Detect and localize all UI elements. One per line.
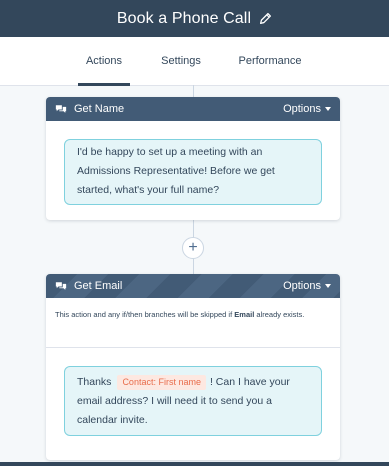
chat-bubbles-icon xyxy=(55,281,67,290)
page-header: Book a Phone Call xyxy=(0,0,389,37)
card-header: Get Name Options xyxy=(46,97,340,121)
bottom-divider xyxy=(0,462,389,466)
flow-connector xyxy=(193,85,194,97)
note-suffix: already exists. xyxy=(256,310,305,319)
action-card-get-name[interactable]: Get Name Options I'd be happy to set up … xyxy=(46,97,340,220)
card-title: Get Name xyxy=(74,103,125,115)
options-label: Options xyxy=(283,280,321,292)
note-property: Email xyxy=(234,310,255,319)
card-header: Get Email Options xyxy=(46,274,340,298)
page-title: Book a Phone Call xyxy=(116,9,252,27)
message-text: I'd be happy to set up a meeting with an… xyxy=(77,146,275,196)
chat-bubbles-icon xyxy=(55,104,67,113)
tab-bar: Actions Settings Performance xyxy=(0,37,389,86)
note-prefix: This action and any if/then branches wil… xyxy=(55,310,233,319)
skip-condition-note: This action and any if/then branches wil… xyxy=(46,298,340,348)
options-label: Options xyxy=(283,103,321,115)
pencil-icon[interactable] xyxy=(259,12,272,25)
tab-settings[interactable]: Settings xyxy=(158,37,204,85)
plus-icon: + xyxy=(188,239,198,256)
personalization-token[interactable]: Contact: First name xyxy=(117,375,206,390)
options-dropdown[interactable]: Options xyxy=(283,280,331,292)
options-dropdown[interactable]: Options xyxy=(283,103,331,115)
chevron-down-icon xyxy=(325,107,331,111)
message-bubble[interactable]: Thanks Contact: First name! Can I have yo… xyxy=(64,366,322,436)
tab-actions[interactable]: Actions xyxy=(78,37,130,86)
message-text-start: Thanks xyxy=(77,376,112,388)
chevron-down-icon xyxy=(325,284,331,288)
add-action-button[interactable]: + xyxy=(182,237,204,259)
tab-performance[interactable]: Performance xyxy=(236,37,304,85)
card-title: Get Email xyxy=(74,280,123,292)
action-card-get-email[interactable]: Get Email Options This action and any if… xyxy=(46,274,340,460)
message-bubble[interactable]: I'd be happy to set up a meeting with an… xyxy=(64,139,322,205)
